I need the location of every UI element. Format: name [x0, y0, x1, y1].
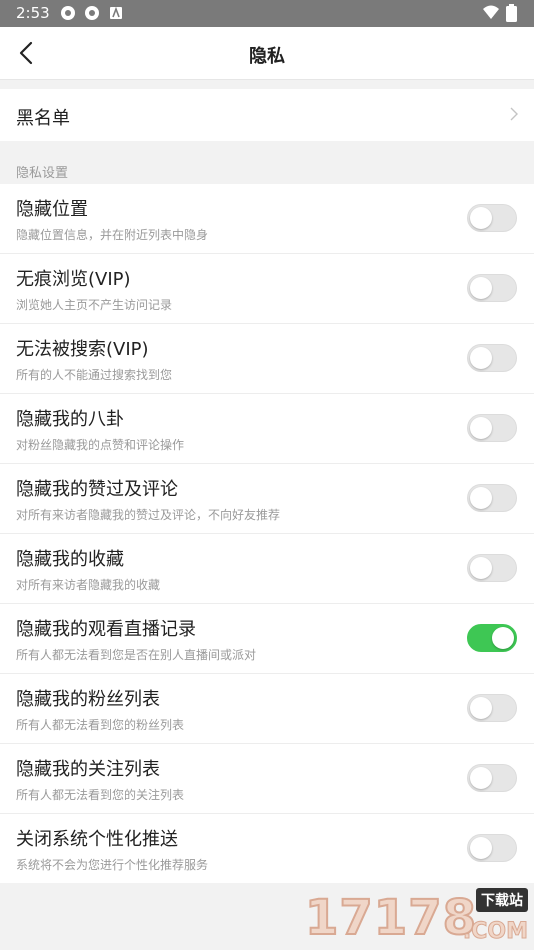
toggle-knob — [470, 207, 492, 229]
setting-row-disable-personalized-push: 关闭系统个性化推送 系统将不会为您进行个性化推荐服务 — [0, 814, 534, 883]
status-bar: 2:53 — [0, 0, 534, 27]
watermark-logo: 17178 下载站 .COM — [304, 888, 530, 947]
notification-icon — [110, 6, 122, 19]
setting-row-hide-gossip: 隐藏我的八卦 对粉丝隐藏我的点赞和评论操作 — [0, 394, 534, 464]
toggle-switch[interactable] — [467, 694, 517, 722]
toggle-knob — [470, 557, 492, 579]
blacklist-label: 黑名单 — [16, 108, 70, 129]
setting-row-hide-favorites: 隐藏我的收藏 对所有来访者隐藏我的收藏 — [0, 534, 534, 604]
setting-title: 隐藏我的收藏 — [16, 549, 124, 570]
setting-row-hide-following-list: 隐藏我的关注列表 所有人都无法看到您的关注列表 — [0, 744, 534, 814]
setting-row-incognito-browse: 无痕浏览(VIP) 浏览她人主页不产生访问记录 — [0, 254, 534, 324]
section-label: 隐私设置 — [16, 166, 69, 181]
watermark-tag: 下载站 — [476, 888, 528, 912]
setting-subtitle: 所有人都无法看到您的关注列表 — [16, 788, 185, 802]
setting-subtitle: 所有的人不能通过搜索找到您 — [16, 368, 173, 382]
setting-row-hide-location: 隐藏位置 隐藏位置信息，并在附近列表中隐身 — [0, 184, 534, 254]
setting-subtitle: 浏览她人主页不产生访问记录 — [16, 298, 173, 312]
watermark-number: 17178 — [304, 889, 477, 947]
setting-subtitle: 所有人都无法看到您是否在别人直播间或派对 — [16, 648, 257, 662]
toggle-knob — [470, 347, 492, 369]
toggle-switch[interactable] — [467, 554, 517, 582]
toggle-knob — [470, 417, 492, 439]
toggle-knob — [470, 767, 492, 789]
blacklist-row[interactable]: 黑名单 — [0, 89, 534, 141]
setting-subtitle: 对所有来访者隐藏我的赞过及评论，不向好友推荐 — [16, 508, 281, 522]
setting-subtitle: 系统将不会为您进行个性化推荐服务 — [16, 858, 209, 872]
setting-row-hide-fans-list: 隐藏我的粉丝列表 所有人都无法看到您的粉丝列表 — [0, 674, 534, 744]
wifi-icon — [483, 5, 499, 19]
setting-subtitle: 隐藏位置信息，并在附近列表中隐身 — [16, 228, 209, 242]
privacy-settings-list: 隐藏位置 隐藏位置信息，并在附近列表中隐身 无痕浏览(VIP) 浏览她人主页不产… — [0, 184, 534, 883]
setting-title: 关闭系统个性化推送 — [16, 829, 178, 850]
setting-row-unsearchable: 无法被搜索(VIP) 所有的人不能通过搜索找到您 — [0, 324, 534, 394]
setting-subtitle: 所有人都无法看到您的粉丝列表 — [16, 718, 185, 732]
page-title: 隐私 — [249, 46, 285, 67]
setting-subtitle: 对粉丝隐藏我的点赞和评论操作 — [16, 438, 185, 452]
toggle-switch[interactable] — [467, 624, 517, 652]
battery-icon — [506, 4, 517, 22]
app-icon — [61, 6, 75, 20]
setting-title: 无法被搜索(VIP) — [16, 339, 149, 360]
setting-title: 隐藏我的观看直播记录 — [16, 619, 196, 640]
toggle-switch[interactable] — [467, 274, 517, 302]
top-app-bar: 隐私 — [0, 27, 534, 80]
toggle-switch[interactable] — [467, 414, 517, 442]
toggle-knob — [470, 487, 492, 509]
watermark-domain: .COM — [462, 919, 528, 945]
toggle-knob — [470, 697, 492, 719]
toggle-switch[interactable] — [467, 344, 517, 372]
setting-title: 隐藏我的粉丝列表 — [16, 689, 160, 710]
toggle-switch[interactable] — [467, 204, 517, 232]
toggle-switch[interactable] — [467, 484, 517, 512]
setting-row-hide-likes-comments: 隐藏我的赞过及评论 对所有来访者隐藏我的赞过及评论，不向好友推荐 — [0, 464, 534, 534]
setting-title: 隐藏我的赞过及评论 — [16, 479, 178, 500]
setting-subtitle: 对所有来访者隐藏我的收藏 — [16, 578, 161, 592]
setting-title: 隐藏我的八卦 — [16, 409, 124, 430]
toggle-switch[interactable] — [467, 764, 517, 792]
chevron-right-icon — [510, 107, 518, 121]
setting-title: 隐藏我的关注列表 — [16, 759, 160, 780]
toggle-switch[interactable] — [467, 834, 517, 862]
setting-row-hide-live-history: 隐藏我的观看直播记录 所有人都无法看到您是否在别人直播间或派对 — [0, 604, 534, 674]
app-icon — [85, 6, 99, 20]
status-time: 2:53 — [16, 4, 50, 22]
toggle-knob — [470, 837, 492, 859]
setting-title: 无痕浏览(VIP) — [16, 269, 131, 290]
toggle-knob — [470, 277, 492, 299]
toggle-knob — [492, 627, 514, 649]
setting-title: 隐藏位置 — [16, 199, 88, 220]
